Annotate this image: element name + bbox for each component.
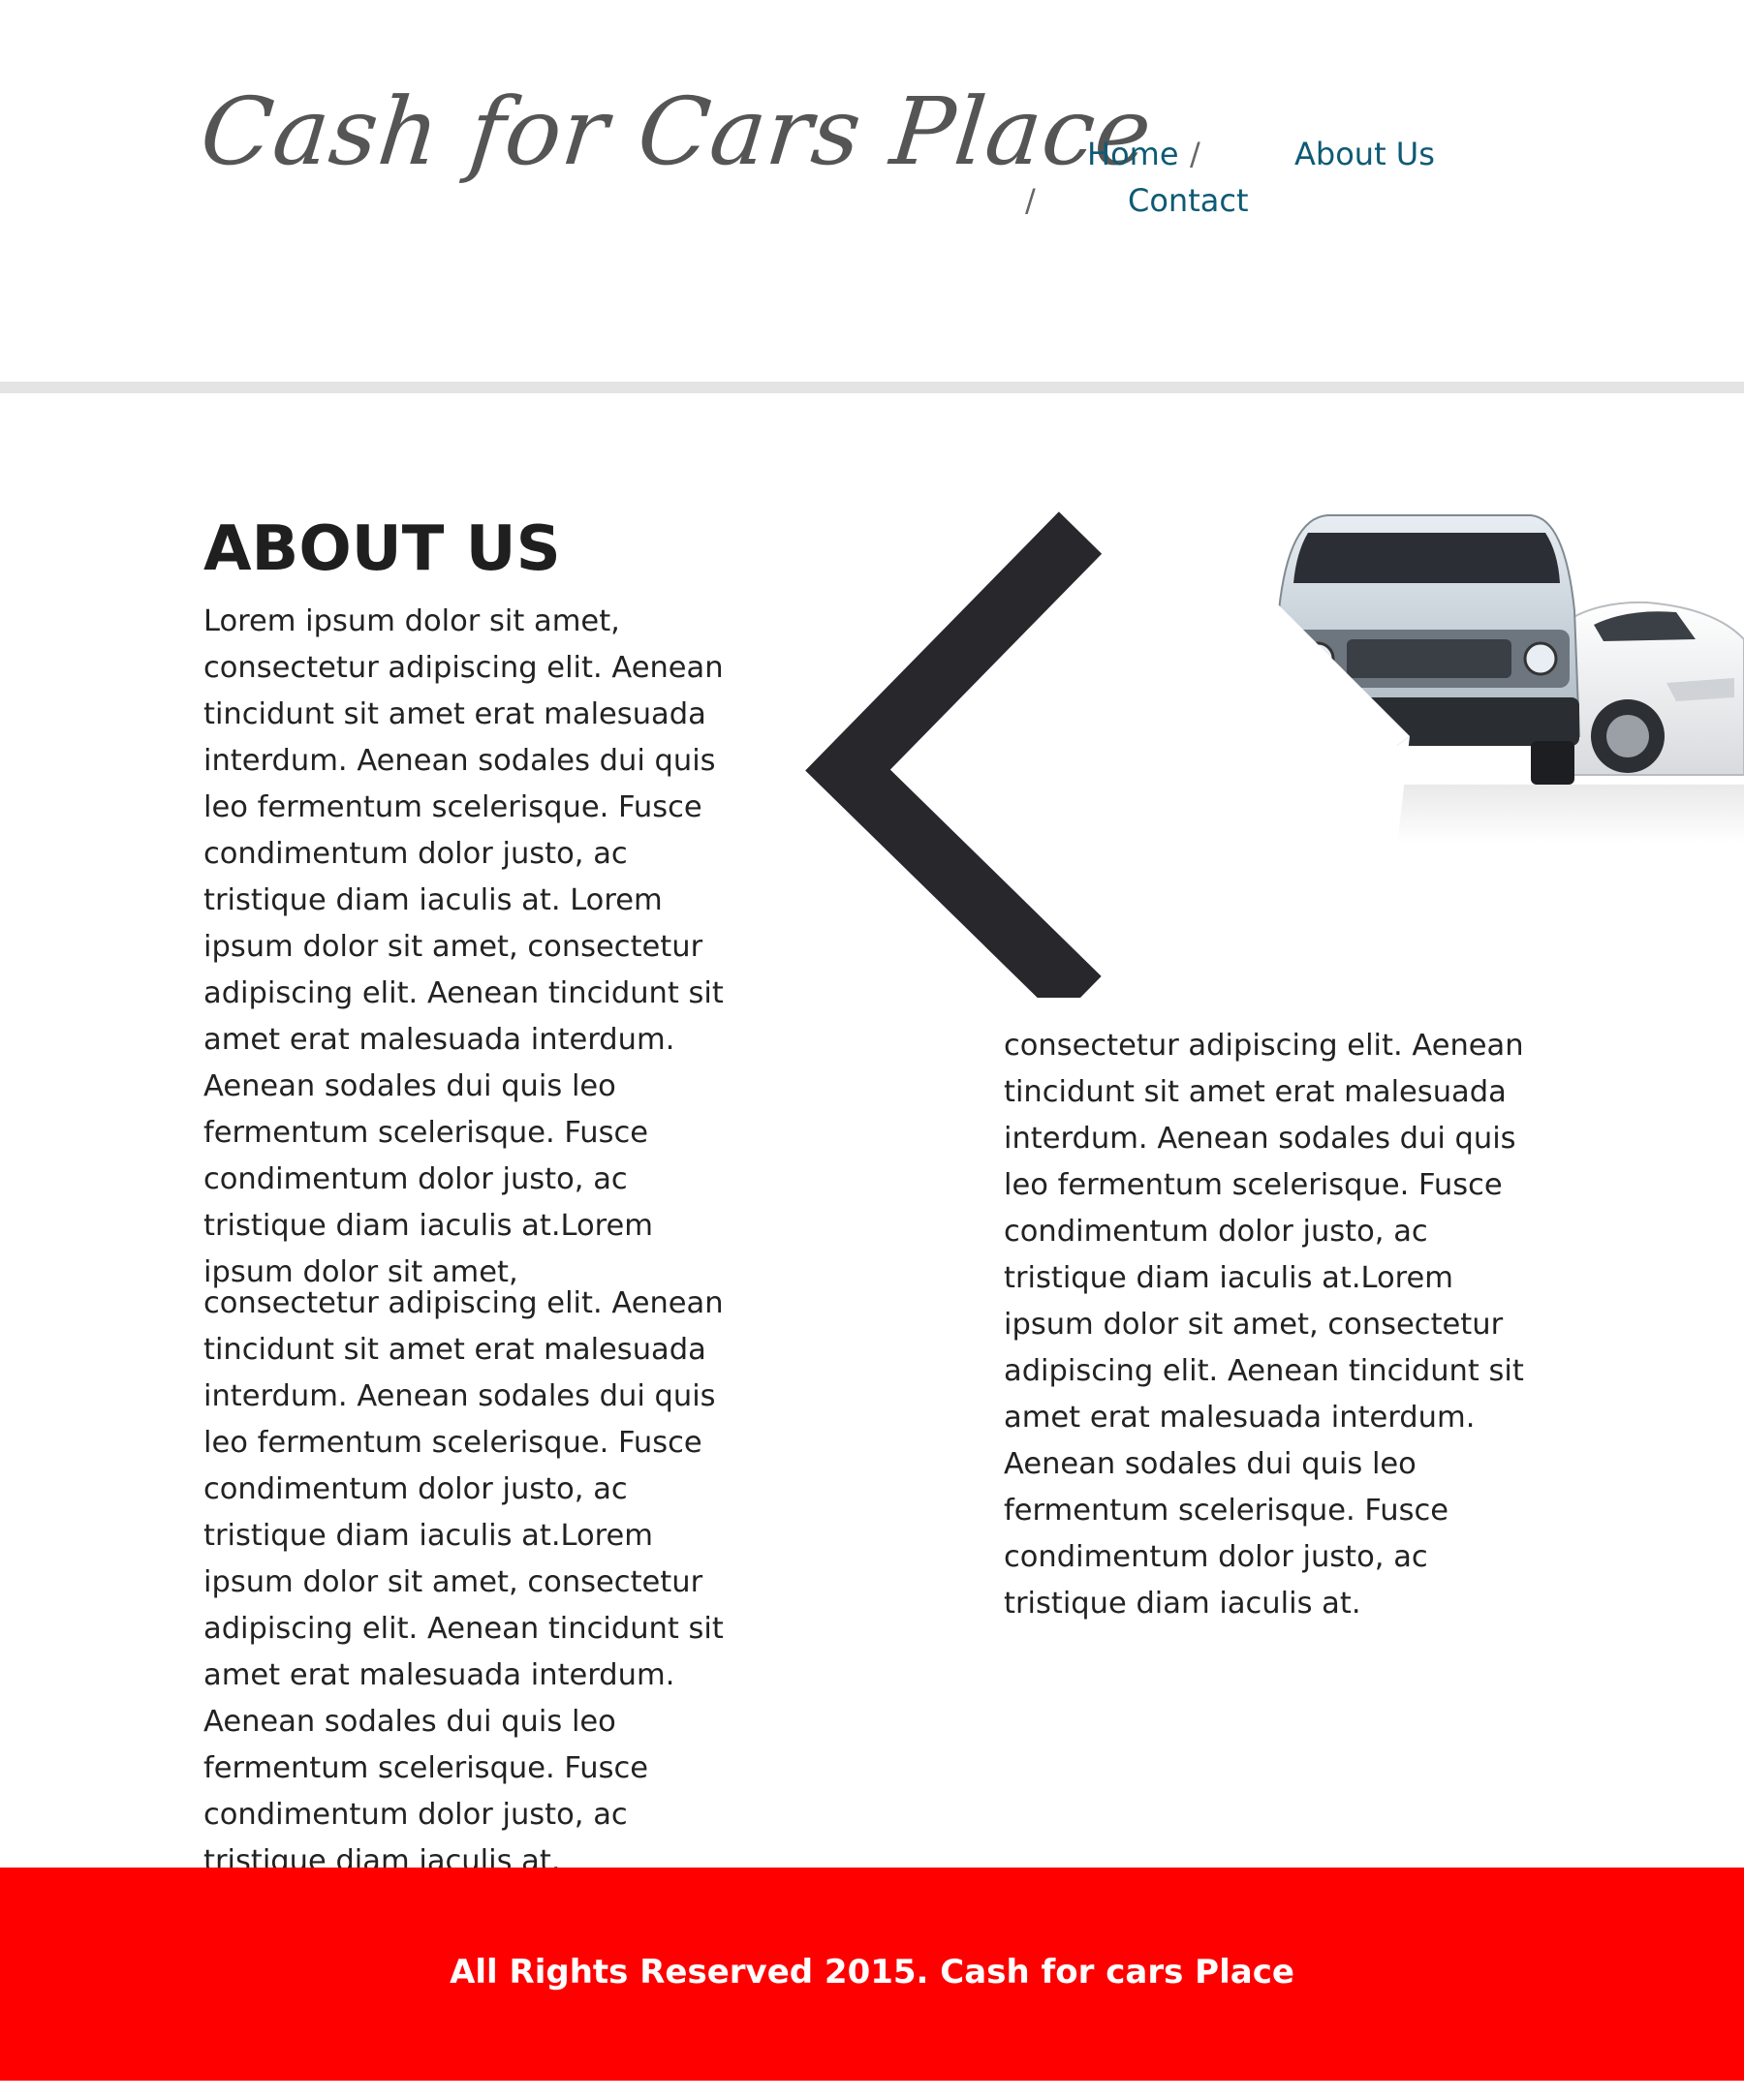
header-divider: [0, 382, 1744, 393]
footer-bottom-edge: [0, 2081, 1744, 2100]
chevron-left-icon: [805, 511, 1103, 1020]
page-title: ABOUT US: [203, 513, 561, 585]
nav-separator: /: [1190, 136, 1200, 172]
nav-link-about-us[interactable]: About Us: [1294, 136, 1435, 172]
nav-separator: /: [1025, 182, 1036, 219]
nav-link-home[interactable]: Home: [1087, 136, 1179, 172]
about-paragraph-3: consectetur adipiscing elit. Aenean tinc…: [1004, 1029, 1524, 1621]
main-nav: Home / About Us / Contact: [1008, 136, 1473, 242]
about-paragraph-1: Lorem ipsum dolor sit amet, consectetur …: [203, 604, 724, 1289]
about-paragraph-2: consectetur adipiscing elit. Aenean tinc…: [203, 1286, 724, 1878]
cars-photo: [1211, 494, 1744, 862]
cars-illustration: [1211, 494, 1744, 862]
site-footer: All Rights Reserved 2015. Cash for cars …: [0, 1868, 1744, 2081]
footer-copyright: All Rights Reserved 2015. Cash for cars …: [450, 1953, 1294, 1992]
slider-prev-button[interactable]: [785, 504, 1105, 1020]
nav-link-contact[interactable]: Contact: [1128, 182, 1249, 219]
page: Cash for Cars Place Home / About Us / Co…: [0, 0, 1744, 2100]
